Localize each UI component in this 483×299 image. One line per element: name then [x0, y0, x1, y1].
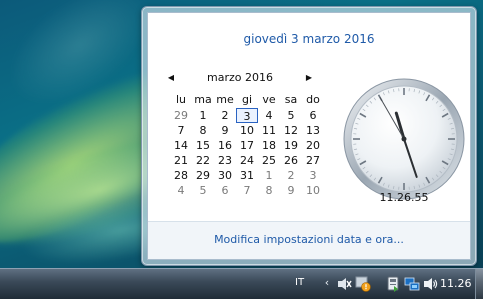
digital-time: 11.26.55 — [379, 191, 429, 204]
show-desktop-button[interactable] — [475, 269, 483, 299]
calendar-day[interactable]: 5 — [192, 183, 214, 198]
usb-device-icon[interactable] — [385, 276, 401, 292]
calendar-day[interactable]: 2 — [280, 168, 302, 183]
month-title[interactable]: marzo 2016 — [177, 71, 303, 85]
calendar-day[interactable]: 4 — [258, 108, 280, 123]
weekday-label: ma — [194, 93, 212, 106]
calendar-day[interactable]: 11 — [258, 123, 280, 138]
calendar-day[interactable]: 13 — [302, 123, 324, 138]
calendar-day[interactable]: 2 — [214, 108, 236, 123]
desktop: giovedì 3 marzo 2016 ◀ marzo 2016 ▶ lu m… — [0, 0, 483, 299]
flyout-footer: Modifica impostazioni data e ora... — [148, 221, 470, 259]
calendar-day[interactable]: 16 — [214, 138, 236, 153]
calendar-day[interactable]: 17 — [236, 138, 258, 153]
flyout-panel: giovedì 3 marzo 2016 ◀ marzo 2016 ▶ lu m… — [147, 12, 471, 260]
month-navigation: ◀ marzo 2016 ▶ — [165, 71, 315, 85]
calendar-day[interactable]: 4 — [170, 183, 192, 198]
calendar-day[interactable]: 19 — [280, 138, 302, 153]
expand-tray-icon[interactable]: ‹ — [322, 275, 332, 291]
calendar-day[interactable]: 29 — [192, 168, 214, 183]
calendar-day[interactable]: 30 — [214, 168, 236, 183]
calendar-day[interactable]: 28 — [170, 168, 192, 183]
speaker-muted-icon[interactable] — [336, 276, 352, 292]
clock-center-pin — [401, 136, 407, 142]
calendar-day[interactable]: 10 — [302, 183, 324, 198]
calendar-day[interactable]: 15 — [192, 138, 214, 153]
calendar-day[interactable]: 24 — [236, 153, 258, 168]
change-date-time-settings-link[interactable]: Modifica impostazioni data e ora... — [148, 233, 470, 246]
calendar-day-today[interactable]: 3 — [236, 108, 258, 123]
calendar-day[interactable]: 6 — [214, 183, 236, 198]
calendar-day[interactable]: 21 — [170, 153, 192, 168]
calendar-day[interactable]: 1 — [258, 168, 280, 183]
weekday-label: do — [306, 93, 320, 106]
date-time-flyout: giovedì 3 marzo 2016 ◀ marzo 2016 ▶ lu m… — [141, 6, 477, 266]
weekday-label: me — [216, 93, 234, 106]
calendar-day[interactable]: 22 — [192, 153, 214, 168]
calendar-day[interactable]: 29 — [170, 108, 192, 123]
volume-icon[interactable] — [422, 276, 438, 292]
calendar-day[interactable]: 31 — [236, 168, 258, 183]
weekday-label: ve — [262, 93, 276, 106]
weekday-label: gi — [241, 93, 253, 106]
next-month-arrow-icon[interactable]: ▶ — [303, 71, 315, 85]
calendar-day[interactable]: 8 — [192, 123, 214, 138]
calendar-day[interactable]: 20 — [302, 138, 324, 153]
calendar-day[interactable]: 9 — [280, 183, 302, 198]
calendar-day[interactable]: 7 — [170, 123, 192, 138]
analog-clock — [343, 78, 465, 200]
calendar-day[interactable]: 27 — [302, 153, 324, 168]
language-indicator[interactable]: IT — [295, 277, 304, 288]
calendar-day[interactable]: 12 — [280, 123, 302, 138]
taskbar-clock[interactable]: 11.26 — [440, 277, 472, 290]
calendar-day[interactable]: 10 — [236, 123, 258, 138]
network-icon[interactable] — [404, 276, 420, 292]
calendar-day[interactable]: 14 — [170, 138, 192, 153]
weekday-label: sa — [284, 93, 298, 106]
calendar-day[interactable]: 3 — [302, 168, 324, 183]
calendar-day[interactable]: 25 — [258, 153, 280, 168]
calendar-day[interactable]: 6 — [302, 108, 324, 123]
calendar-day[interactable]: 5 — [280, 108, 302, 123]
calendar-day[interactable]: 23 — [214, 153, 236, 168]
long-date-link[interactable]: giovedì 3 marzo 2016 — [148, 32, 470, 46]
calendar-day[interactable]: 18 — [258, 138, 280, 153]
taskbar: IT ‹ 11.26 — [0, 268, 483, 299]
calendar-day[interactable]: 26 — [280, 153, 302, 168]
calendar-day[interactable]: 8 — [258, 183, 280, 198]
calendar-day[interactable]: 7 — [236, 183, 258, 198]
calendar-day[interactable]: 1 — [192, 108, 214, 123]
calendar-day[interactable]: 9 — [214, 123, 236, 138]
weekday-label: lu — [175, 93, 187, 106]
action-center-warning-icon[interactable] — [355, 276, 371, 292]
previous-month-arrow-icon[interactable]: ◀ — [165, 71, 177, 85]
